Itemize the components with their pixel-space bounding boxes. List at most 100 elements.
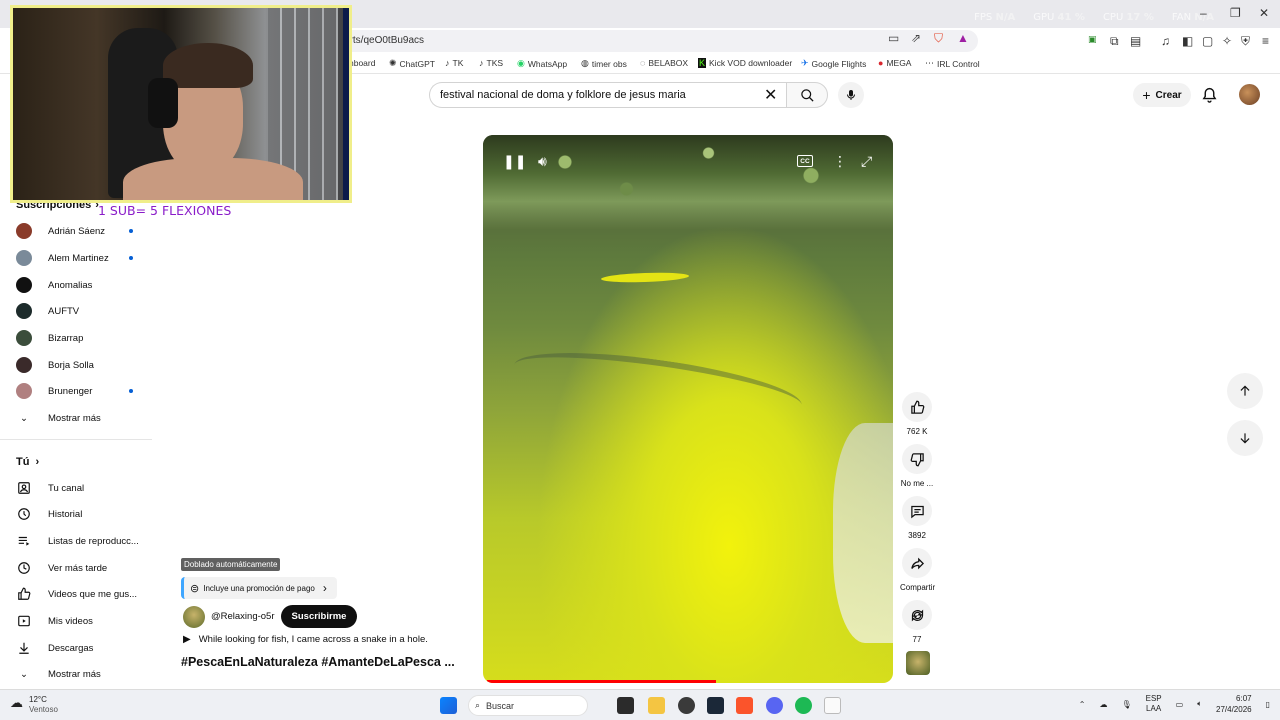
sidebar-toggle-icon[interactable]: ◧ [1182,34,1193,48]
subscribe-button[interactable]: Suscribirme [280,605,358,628]
search-button[interactable] [786,82,828,108]
channel-handle[interactable]: @Relaxing-o5r [211,611,275,622]
tray-overflow-icon[interactable]: ⌃ [1079,700,1086,709]
you-section-header[interactable]: Tú › [16,456,39,468]
voice-search-button[interactable] [838,82,864,108]
mic-tray-icon[interactable]: 🎙︎ [1121,700,1131,709]
obs-app-icon[interactable] [678,697,695,714]
close-window-icon[interactable]: ✕ [1259,6,1269,20]
network-icon[interactable]: ▭ [1176,700,1184,709]
bookmark-tks[interactable]: ♪ TKS [479,58,503,68]
sidebar-show-more-subscriptions[interactable]: ⌄ Mostrar más [16,407,151,429]
sidebar-show-more-you[interactable]: ⌄ Mostrar más [16,663,151,685]
downloads-icon [16,640,32,656]
wallet-icon[interactable]: ▢ [1202,34,1213,48]
create-label: Crear [1155,89,1182,101]
bookmark-whatsapp[interactable]: ◉ WhatsApp [517,58,567,69]
brave-shield-icon[interactable]: ⛉ [934,31,943,46]
paid-promotion-notice[interactable]: ⊜ Incluye una promoción de pago › [181,577,337,599]
remix-button[interactable]: 77 [900,600,934,644]
sidebar-subscription-anomalias[interactable]: Anomalias [16,274,151,296]
comments-button[interactable]: 3892 [900,496,934,540]
bookmark-mega[interactable]: ● MEGA [878,58,911,68]
extension-screenshot-icon[interactable]: ⧉ [1110,34,1119,49]
create-button[interactable]: + Crear [1133,83,1191,107]
my-videos-icon [16,613,32,629]
onedrive-icon[interactable]: ☁ [1099,700,1107,709]
share-button[interactable]: Compartir [900,548,935,592]
bookmark-tk[interactable]: ♪ TK [445,58,463,68]
sidebar-subscription-brunenger[interactable]: Brunenger [16,380,151,402]
thumbs-down-icon [910,452,924,466]
sidebar-item-downloads[interactable]: Descargas [16,637,151,659]
volume-tray-icon[interactable]: 🔈︎ [1197,699,1202,709]
brave-rewards-icon[interactable]: ▲ [957,31,969,45]
file-explorer-icon[interactable] [648,697,665,714]
spotify-icon[interactable] [795,697,812,714]
volume-icon[interactable]: 🔊︎ [538,153,547,170]
sidebar-item-liked-videos[interactable]: Videos que me gus... [16,583,151,605]
steam-icon[interactable] [707,697,724,714]
previous-short-button[interactable] [1227,373,1263,409]
taskbar-search[interactable]: ⌕ Buscar [468,695,588,716]
bookmark-irl-control[interactable]: ⋯ IRL Control [925,58,980,69]
paid-promo-label: Incluye una promoción de pago [203,583,315,593]
bookmark-belabox[interactable]: ◌ BELABOX [640,58,688,68]
clock[interactable]: 6:07 27/4/2026 [1216,693,1252,715]
bookmark-google-flights[interactable]: ✈ Google Flights [801,58,866,69]
channel-avatar[interactable] [183,605,205,628]
sidebar-item-history[interactable]: Historial [16,503,151,525]
share-icon[interactable]: ⇗ [911,31,921,45]
sidebar-subscription-bizarrap[interactable]: Bizarrap [16,327,151,349]
fullscreen-icon[interactable]: ⤢ [861,153,872,170]
input-language[interactable]: ESP LAA [1146,694,1162,714]
notepad-icon[interactable] [824,697,841,714]
discord-icon[interactable] [766,697,783,714]
task-view-icon[interactable] [617,697,634,714]
extension-4k-icon[interactable]: ▣ [1088,34,1097,45]
lang-layout: LAA [1146,704,1162,713]
subscription-label: Anomalias [48,279,93,291]
weather-widget[interactable]: ☁ 12°C Ventoso [10,695,58,715]
sidebar-item-playlists[interactable]: Listas de reproducc... [16,530,151,552]
next-short-button[interactable] [1227,420,1263,456]
restore-icon[interactable]: ❐ [1230,6,1241,20]
vpn-icon[interactable]: ⛨ [1241,34,1250,49]
pause-icon[interactable]: ❚❚ [503,153,526,170]
video-title-row[interactable]: ▶ While looking for fish, I came across … [183,634,428,645]
menu-icon[interactable]: ≡ [1262,34,1269,48]
dislike-button[interactable]: No me ... [900,444,934,488]
sidebar-subscription-borja-solla[interactable]: Borja Solla [16,354,151,376]
video-progress-bar[interactable] [487,680,717,683]
short-video-player[interactable]: ❚❚ 🔊︎ CC ⋮ ⤢ [483,135,893,683]
bookmark-timer-obs[interactable]: ◍ timer obs [581,58,627,69]
sidebar-subscription-alem-martinez[interactable]: Alem Martinez [16,247,151,269]
sidebar-item-your-channel[interactable]: Tu canal [16,477,151,499]
video-hashtags[interactable]: #PescaEnLaNaturaleza #AmanteDeLaPesca ..… [181,655,455,669]
sound-source-avatar[interactable] [906,651,930,675]
brave-browser-icon[interactable] [736,697,753,714]
user-avatar[interactable] [1239,84,1260,105]
extension-reader-icon[interactable]: ▤ [1130,34,1141,48]
media-icon[interactable]: ♫ [1161,34,1170,48]
channel-icon [16,480,32,496]
leo-ai-icon[interactable]: ✧ [1222,34,1232,48]
search-input[interactable]: festival nacional de doma y folklore de … [429,82,786,108]
install-app-icon[interactable]: ▭ [888,31,899,45]
notifications-icon[interactable] [1201,86,1218,104]
minimize-icon[interactable]: – [1200,6,1207,20]
address-bar[interactable]: orts/qeO0tBu9acs [330,30,978,52]
bookmark-chatgpt[interactable]: ✺ ChatGPT [389,58,435,69]
bookmark-kick-vod[interactable]: K Kick VOD downloader [698,58,792,68]
sidebar-subscription-adrian-saenz[interactable]: Adrián Sáenz [16,220,151,242]
windows-start-icon[interactable] [440,697,457,714]
sidebar-subscription-auftv[interactable]: AUFTV [16,300,151,322]
clear-search-icon[interactable]: ✕ [764,85,777,105]
like-button[interactable]: 762 K [900,392,934,436]
closed-captions-icon[interactable]: CC [797,155,813,167]
sidebar-item-watch-later[interactable]: Ver más tarde [16,557,151,579]
bookmark-dashboard[interactable]: hboard [349,58,375,68]
more-options-icon[interactable]: ⋮ [833,153,847,170]
sidebar-item-my-videos[interactable]: Mis videos [16,610,151,632]
notifications-tray-icon[interactable]: ▯ [1266,700,1270,709]
